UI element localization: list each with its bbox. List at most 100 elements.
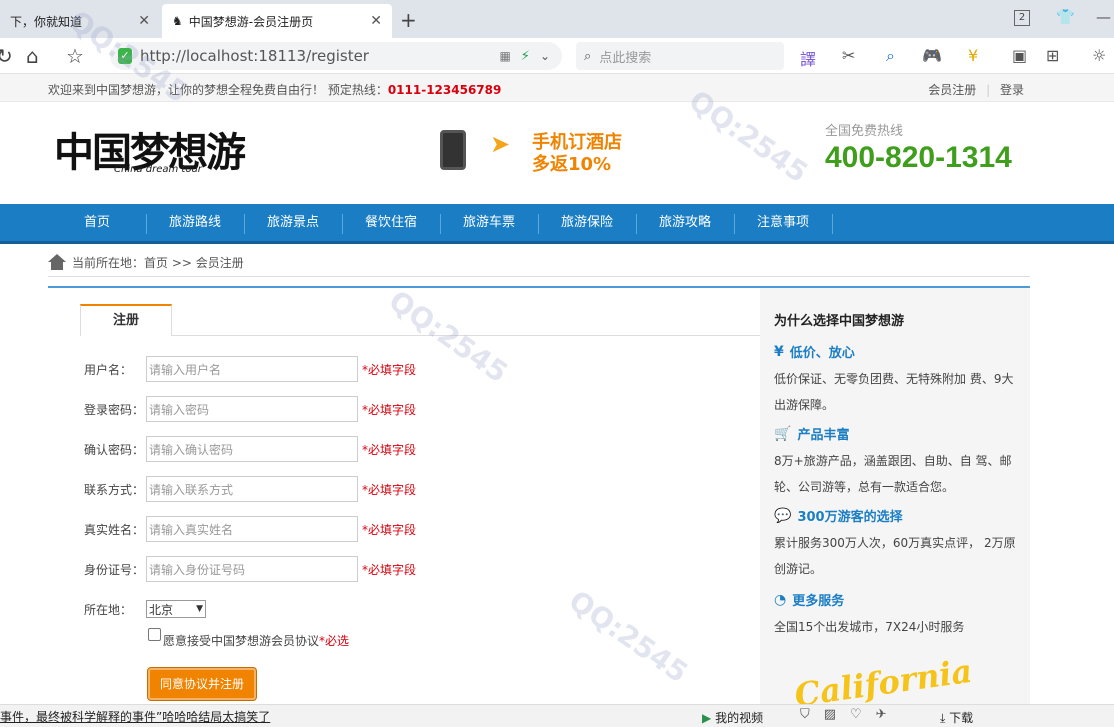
form-row-password: 登录密码： 请输入密码 *必填字段 [84,396,416,422]
section-text: 8万+旅游产品，涵盖跟团、自助、自 驾、邮轮、公司游等，总有一款适合您。 [774,454,1012,494]
browser-status-bar: 事件，最终被科学解释的事件”哈哈哈结局太搞笑了 ▶ 我的视频 ⛉▨♡✈ ⤓ 下载 [0,704,1114,727]
scissors-icon[interactable]: ✂ [842,46,855,65]
realname-input[interactable]: 请输入真实姓名 [146,516,358,542]
password-input[interactable]: 请输入密码 [146,396,358,422]
city-value: 北京 [149,602,174,617]
required-note: *必填字段 [362,362,417,377]
lightning-icon[interactable]: ⚡ [521,49,530,64]
contact-input[interactable]: 请输入联系方式 [146,476,358,502]
form-row-city: 所在地： 北京 ▼ [84,596,206,622]
wallet-icon[interactable]: ▣ [1012,46,1027,65]
divider [172,335,760,336]
tab-count-badge[interactable]: 2 [1014,10,1030,26]
tab-title: 下，你就知道 [10,14,83,29]
address-bar: ↻ ⌂ ☆ ✓ http://localhost:18113/register … [0,38,1114,74]
reload-icon[interactable]: ↻ [0,44,13,68]
city-select[interactable]: 北京 ▼ [146,600,206,618]
yen-icon: ¥ [774,343,784,360]
browser-tab-bar: 下，你就知道 ✕ ♞ 中国梦想游-会员注册页 ✕ + 2 👕 — [0,0,1114,38]
apps-grid-icon[interactable]: ⊞ [1046,46,1059,65]
url-host: http://localhost [140,47,254,65]
zoom-icon[interactable]: ⌕ [886,46,895,66]
welcome-message: 欢迎来到中国梦想游，让你的梦想全程免费自由行！ 预定热线： [48,83,388,97]
field-label: 身份证号： [84,562,145,577]
site-top-bar: 欢迎来到中国梦想游，让你的梦想全程免费自由行！ 预定热线：0111-123456… [0,74,1114,102]
download-label: 下载 [949,711,974,725]
login-link[interactable]: 登录 [1000,83,1024,97]
horse-favicon-icon: ♞ [172,14,183,28]
content-area: 注册 用户名： 请输入用户名 *必填字段 登录密码： 请输入密码 *必填字段 确… [48,286,1030,727]
breadcrumb-text[interactable]: 当前所在地：首页 >> 会员注册 [72,254,244,271]
browser-tab[interactable]: 下，你就知道 ✕ [0,4,160,38]
form-row-realname: 真实姓名： 请输入真实姓名 *必填字段 [84,516,416,542]
shirt-icon[interactable]: 👕 [1056,8,1075,26]
browser-tab-active[interactable]: ♞ 中国梦想游-会员注册页 ✕ [162,4,392,38]
nav-item-insurance[interactable]: 旅游保险 [538,204,636,242]
close-tab-icon[interactable]: ✕ [138,13,150,29]
status-icons[interactable]: ⛉▨♡✈ [800,707,901,722]
nav-item-notes[interactable]: 注意事项 [734,204,832,242]
field-label: 联系方式： [84,482,145,497]
field-label: 真实姓名： [84,522,145,537]
site-header: 中国梦想游 China dream tour ➤ 手机订酒店 多返10% 全国免… [0,102,1114,204]
idcard-input[interactable]: 请输入身份证号码 [146,556,358,582]
my-videos-label: 我的视频 [715,711,764,725]
nav-item-routes[interactable]: 旅游路线 [146,204,244,242]
translate-icon[interactable]: 譯 [800,46,816,70]
site-logo[interactable]: 中国梦想游 China dream tour [54,120,254,184]
required-note: *必填字段 [362,522,417,537]
section-text: 低价保证、无零负团费、无特殊附加 费、9大出游保障。 [774,372,1014,412]
confirm-password-input[interactable]: 请输入确认密码 [146,436,358,462]
promo-line2: 多返10% [532,154,612,175]
download-button[interactable]: ⤓ 下载 [940,709,973,726]
tab-register[interactable]: 注册 [80,304,172,336]
qr-icon[interactable]: ▦ [499,49,510,63]
nav-item-tickets[interactable]: 旅游车票 [440,204,538,242]
section-heading: 💬 300万游客的选择 [774,506,903,526]
game-icon[interactable]: 🎮 [922,46,942,65]
hotline-number: 400-820-1314 [825,141,1012,174]
paper-plane-icon: ➤ [490,130,511,158]
search-placeholder: 点此搜索 [599,50,652,66]
star-icon[interactable]: ☆ [66,44,84,68]
username-input[interactable]: 请输入用户名 [146,356,358,382]
form-row-username: 用户名： 请输入用户名 *必填字段 [84,356,416,382]
brightness-icon[interactable]: ☼ [1092,46,1106,65]
promo-banner[interactable]: ➤ 手机订酒店 多返10% [440,126,640,186]
section-text: 全国15个出发城市，7X24小时服务 [774,620,965,634]
nav-item-guides[interactable]: 旅游攻略 [636,204,734,242]
form-row-contact: 联系方式： 请输入联系方式 *必填字段 [84,476,416,502]
booking-hotline: 0111-123456789 [387,83,502,97]
nav-item-attractions[interactable]: 旅游景点 [244,204,342,242]
required-note: *必填字段 [362,562,417,577]
register-link[interactable]: 会员注册 [928,83,976,97]
my-videos-button[interactable]: ▶ 我的视频 [702,709,763,726]
section-heading-text: 低价、放心 [789,346,855,361]
news-ticker[interactable]: 事件，最终被科学解释的事件”哈哈哈结局太搞笑了 [0,708,270,725]
section-heading: ◔ 更多服务 [774,590,844,610]
section-heading-text: 300万游客的选择 [797,510,903,525]
nav-item-home[interactable]: 首页 [48,204,146,242]
field-label: 确认密码： [84,442,145,457]
24h-icon: ◔ [774,591,787,608]
nav-item-dining[interactable]: 餐饮住宿 [342,204,440,242]
url-field[interactable]: ✓ http://localhost:18113/register ▦ ⚡ ⌄ [110,42,562,70]
search-input[interactable]: ⌕ 点此搜索 [576,42,784,70]
new-tab-icon[interactable]: + [400,8,417,32]
play-icon: ▶ [702,711,712,725]
url-path: :18113/register [253,47,369,65]
panel-title: 为什么选择中国梦想游 [774,314,905,329]
register-submit-button[interactable]: 同意协议并注册 [148,668,256,700]
close-tab-icon[interactable]: ✕ [370,13,382,29]
tab-title: 中国梦想游-会员注册页 [188,14,314,29]
required-note: *必填字段 [362,442,417,457]
minimize-icon[interactable]: — [1096,8,1111,26]
field-label: 所在地： [84,602,133,617]
chevron-down-icon[interactable]: ⌄ [540,49,550,63]
account-links: 会员注册 | 登录 [928,81,1024,98]
welcome-text: 欢迎来到中国梦想游，让你的梦想全程免费自由行！ 预定热线：0111-123456… [48,81,501,98]
agree-checkbox[interactable] [148,628,161,641]
coupon-icon[interactable]: ¥ [968,46,978,65]
chat-icon: 💬 [774,507,792,524]
home-icon[interactable]: ⌂ [26,44,39,68]
